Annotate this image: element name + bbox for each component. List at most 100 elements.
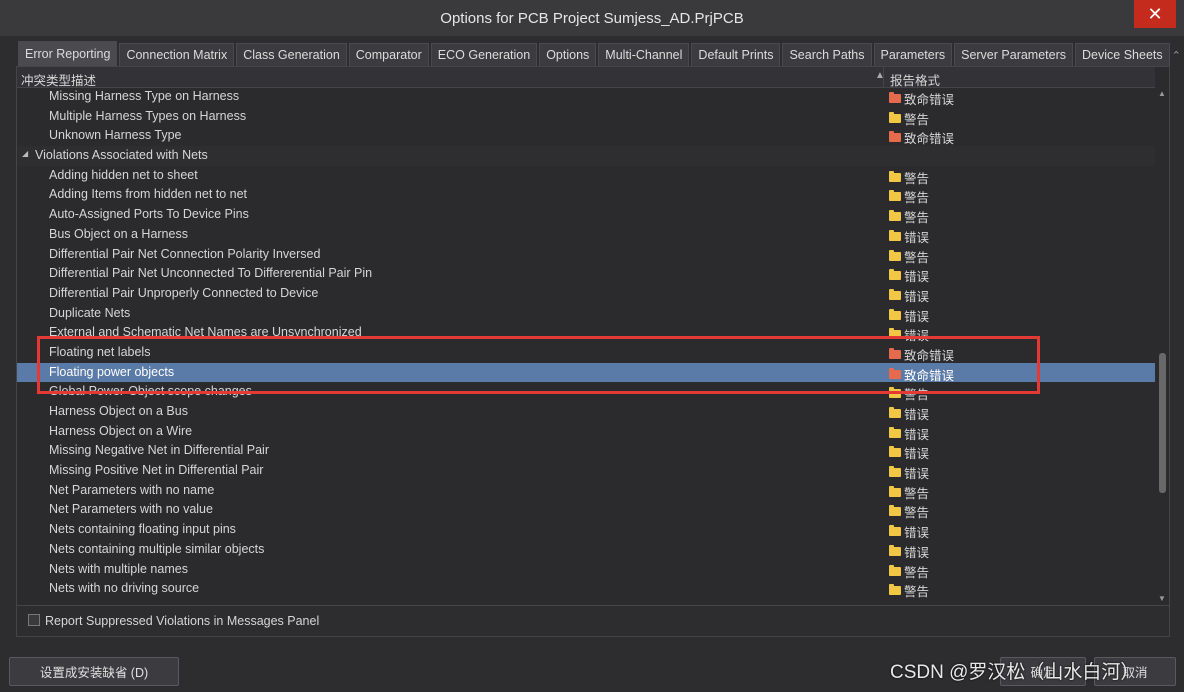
error-folder-icon bbox=[889, 426, 901, 438]
report-mode-cell[interactable]: 警告 bbox=[889, 483, 929, 502]
report-mode-cell[interactable]: 错误 bbox=[889, 325, 929, 344]
table-row[interactable]: Unknown Harness Type 致命错误 bbox=[17, 126, 1155, 146]
report-mode-label: 错误 bbox=[904, 467, 930, 482]
violation-name: Duplicate Nets bbox=[49, 305, 131, 320]
report-suppressed-checkbox[interactable] bbox=[28, 614, 40, 626]
report-mode-cell[interactable]: 错误 bbox=[889, 266, 929, 285]
error-folder-icon bbox=[889, 466, 901, 478]
table-row[interactable]: Nets containing multiple similar objects… bbox=[17, 540, 1155, 560]
table-row[interactable]: Floating net labels 致命错误 bbox=[17, 343, 1155, 363]
violation-name: Bus Object on a Harness bbox=[49, 226, 188, 241]
report-mode-cell[interactable]: 警告 bbox=[889, 247, 929, 266]
violation-name: Missing Harness Type on Harness bbox=[49, 89, 240, 103]
report-mode-cell[interactable]: 警告 bbox=[889, 168, 929, 187]
error-folder-icon bbox=[889, 308, 901, 320]
set-default-button[interactable]: 设置成安装缺省 (D) bbox=[9, 657, 179, 686]
table-row[interactable]: Nets containing floating input pins 错误 bbox=[17, 520, 1155, 540]
tab-comparator[interactable]: Comparator bbox=[348, 43, 429, 66]
scroll-up-icon[interactable]: ▲ bbox=[1158, 89, 1166, 98]
table-row[interactable]: Bus Object on a Harness 错误 bbox=[17, 225, 1155, 245]
report-mode-cell[interactable]: 警告 bbox=[889, 562, 929, 581]
violation-name: Differential Pair Unproperly Connected t… bbox=[49, 285, 319, 300]
table-row[interactable]: Harness Object on a Wire 错误 bbox=[17, 422, 1155, 442]
report-mode-cell[interactable]: 警告 bbox=[889, 187, 929, 206]
report-mode-label: 致命错误 bbox=[904, 132, 955, 147]
report-mode-label: 警告 bbox=[904, 171, 930, 186]
report-mode-cell[interactable]: 致命错误 bbox=[889, 345, 954, 364]
report-mode-cell[interactable]: 错误 bbox=[889, 306, 929, 325]
violation-name: Floating net labels bbox=[49, 344, 151, 359]
table-row[interactable]: Differential Pair Net Unconnected To Dif… bbox=[17, 264, 1155, 284]
window-title: Options for PCB Project Sumjess_AD.PrjPC… bbox=[440, 9, 744, 27]
close-button[interactable]: ✕ bbox=[1134, 0, 1176, 28]
tab-connection-matrix[interactable]: Connection Matrix bbox=[119, 43, 235, 66]
tab-error-reporting[interactable]: Error Reporting bbox=[18, 41, 118, 66]
report-suppressed-label[interactable]: Report Suppressed Violations in Messages… bbox=[45, 614, 319, 628]
report-mode-cell[interactable]: 警告 bbox=[889, 502, 929, 521]
table-row[interactable]: Multiple Harness Types on Harness 警告 bbox=[17, 107, 1155, 127]
tab-default-prints[interactable]: Default Prints bbox=[691, 43, 781, 66]
report-mode-label: 错误 bbox=[904, 447, 930, 462]
table-row[interactable]: Auto-Assigned Ports To Device Pins 警告 bbox=[17, 205, 1155, 225]
tab-search-paths[interactable]: Search Paths bbox=[782, 43, 872, 66]
vertical-scrollbar[interactable]: ▲ ▼ bbox=[1156, 87, 1169, 605]
tab-device-sheets[interactable]: Device Sheets bbox=[1075, 43, 1170, 66]
violation-name: Unknown Harness Type bbox=[49, 128, 182, 143]
report-mode-cell[interactable]: 警告 bbox=[889, 109, 929, 128]
table-row[interactable]: Floating power objects 致命错误 bbox=[17, 362, 1155, 384]
report-mode-cell[interactable]: 警告 bbox=[889, 384, 929, 403]
tab-parameters[interactable]: Parameters bbox=[873, 43, 953, 66]
report-mode-label: 错误 bbox=[904, 270, 930, 285]
report-mode-cell[interactable]: 警告 bbox=[889, 581, 929, 600]
fatal-folder-icon bbox=[889, 131, 901, 143]
table-row[interactable]: Harness Object on a Bus 错误 bbox=[17, 402, 1155, 422]
report-mode-cell[interactable]: 致命错误 bbox=[889, 89, 954, 108]
table-row[interactable]: Duplicate Nets 错误 bbox=[17, 304, 1155, 324]
table-row[interactable]: Adding Items from hidden net to net 警告 bbox=[17, 185, 1155, 205]
table-row[interactable]: Adding hidden net to sheet 警告 bbox=[17, 166, 1155, 186]
report-mode-cell[interactable]: 致命错误 bbox=[889, 365, 954, 384]
error-folder-icon bbox=[889, 446, 901, 458]
report-mode-cell[interactable]: 错误 bbox=[889, 424, 929, 443]
report-mode-label: 警告 bbox=[904, 388, 930, 403]
tab-server-parameters[interactable]: Server Parameters bbox=[954, 43, 1074, 66]
tab-eco-generation[interactable]: ECO Generation bbox=[430, 43, 538, 66]
table-row[interactable]: Global Power-Object scope changes 警告 bbox=[17, 382, 1155, 402]
table-row[interactable]: Nets with no driving source 警告 bbox=[17, 579, 1155, 599]
table-row[interactable]: Net Parameters with no name 警告 bbox=[17, 481, 1155, 501]
table-row[interactable]: External and Schematic Net Names are Uns… bbox=[17, 323, 1155, 343]
report-mode-cell[interactable]: 错误 bbox=[889, 227, 929, 246]
report-mode-label: 致命错误 bbox=[904, 348, 955, 363]
scrollbar-thumb[interactable] bbox=[1159, 353, 1166, 493]
report-mode-cell[interactable]: 错误 bbox=[889, 286, 929, 305]
tab-class-generation[interactable]: Class Generation bbox=[236, 43, 347, 66]
table-row[interactable]: Nets with multiple names 警告 bbox=[17, 560, 1155, 580]
table-row[interactable]: Missing Positive Net in Differential Pai… bbox=[17, 461, 1155, 481]
table-row[interactable]: Net Parameters with no value 警告 bbox=[17, 500, 1155, 520]
table-row[interactable]: Differential Pair Net Connection Polarit… bbox=[17, 245, 1155, 265]
report-mode-cell[interactable]: 警告 bbox=[889, 207, 929, 226]
collapse-arrow-icon[interactable]: ◢ bbox=[22, 149, 28, 158]
violation-name: Differential Pair Net Connection Polarit… bbox=[49, 246, 321, 261]
report-mode-cell[interactable]: 致命错误 bbox=[889, 128, 954, 147]
report-mode-cell[interactable]: 错误 bbox=[889, 404, 929, 423]
tab-scroll-left-icon[interactable]: ⌃ bbox=[1172, 49, 1181, 62]
warning-folder-icon bbox=[889, 111, 901, 123]
violation-name: Missing Negative Net in Differential Pai… bbox=[49, 443, 270, 458]
group-row[interactable]: ◢ Violations Associated with Nets bbox=[17, 146, 1155, 166]
error-folder-icon bbox=[889, 525, 901, 537]
tab-bar: Error Reporting Connection Matrix Class Ge… bbox=[18, 41, 1181, 66]
report-mode-cell[interactable]: 错误 bbox=[889, 542, 929, 561]
report-mode-label: 错误 bbox=[904, 329, 930, 344]
report-mode-cell[interactable]: 错误 bbox=[889, 463, 929, 482]
tab-multi-channel[interactable]: Multi-Channel bbox=[598, 43, 690, 66]
tab-options[interactable]: Options bbox=[539, 43, 597, 66]
report-mode-cell[interactable]: 错误 bbox=[889, 522, 929, 541]
table-row[interactable]: Differential Pair Unproperly Connected t… bbox=[17, 284, 1155, 304]
scroll-down-icon[interactable]: ▼ bbox=[1158, 594, 1166, 603]
close-icon: ✕ bbox=[1147, 3, 1163, 24]
table-row[interactable]: Missing Negative Net in Differential Pai… bbox=[17, 441, 1155, 461]
report-mode-cell[interactable]: 错误 bbox=[889, 443, 929, 462]
table-row[interactable]: Missing Harness Type on Harness 致命错误 bbox=[17, 87, 1155, 107]
csdn-watermark: CSDN @罗汉松（山水白河） bbox=[890, 662, 1140, 683]
